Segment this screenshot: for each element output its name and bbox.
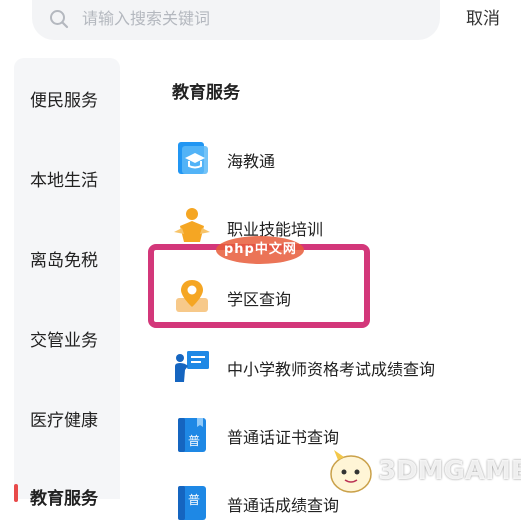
teacher-board-icon [175,351,209,382]
certificate-icon: 普 [178,418,206,452]
sidebar-item-local-life[interactable]: 本地生活 [30,166,98,191]
service-label: 普通话证书查询 [227,428,340,447]
service-label: 普通话成绩查询 [227,496,340,515]
cancel-button[interactable]: 取消 [466,4,500,29]
svg-text:普: 普 [188,493,200,507]
trainer-icon [174,208,210,242]
3dmgame-watermark: 3DMGAME [326,446,521,496]
sidebar-item-traffic[interactable]: 交管业务 [30,326,98,351]
active-indicator [14,484,18,502]
service-item-teacher-exam[interactable]: 中小学教师资格考试成绩查询 [172,346,492,394]
service-item-haijiaotong[interactable]: 海教通 [172,138,492,186]
service-label: 海教通 [227,152,276,171]
sidebar-item-medical[interactable]: 医疗健康 [30,406,98,431]
category-sidebar: 便民服务 本地生活 离岛免税 交管业务 医疗健康 教育服务 [14,58,120,509]
sidebar-item-duty-free[interactable]: 离岛免税 [30,246,98,271]
service-label: 中小学教师资格考试成绩查询 [227,360,436,379]
php-watermark: php中文网 [214,234,306,266]
search-input[interactable] [80,2,384,34]
search-icon [50,10,69,29]
sidebar-item-convenience[interactable]: 便民服务 [30,86,98,111]
php-watermark-text: php中文网 [224,242,297,257]
3dmgame-watermark-text: 3DMGAME [378,456,521,486]
mascot-icon [330,450,372,493]
search-bar[interactable] [32,0,440,40]
section-title: 教育服务 [172,83,240,103]
svg-text:普: 普 [188,434,200,448]
cap-card-icon [178,142,208,174]
certificate-icon: 普 [178,486,206,520]
sidebar-item-education[interactable]: 教育服务 [30,484,98,509]
